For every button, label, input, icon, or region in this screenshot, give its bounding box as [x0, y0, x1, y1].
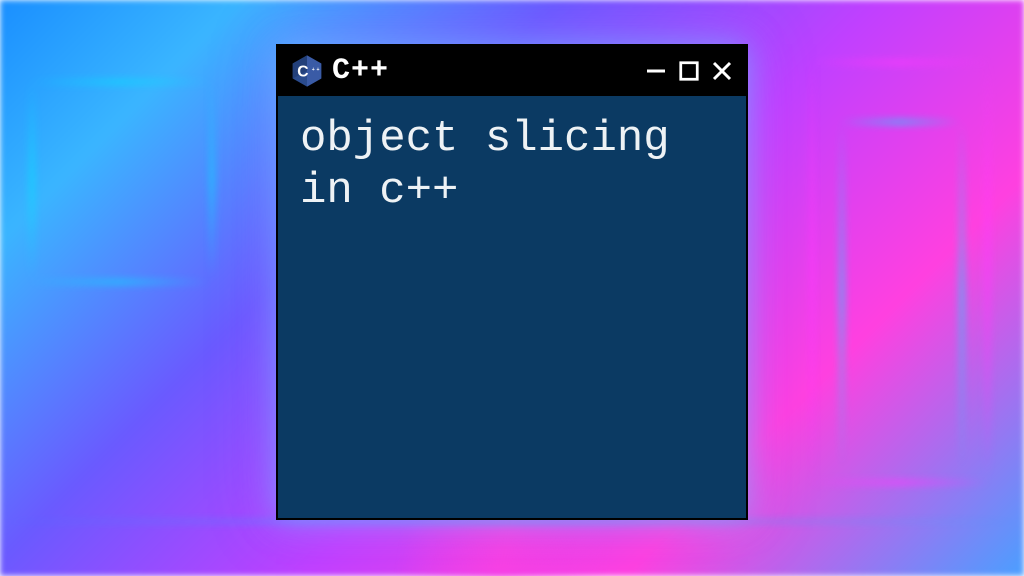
window-controls: [644, 59, 734, 83]
svg-text:C: C: [297, 63, 308, 80]
terminal-window: C + + C++ obj: [276, 44, 748, 520]
window-titlebar[interactable]: C + + C++: [278, 46, 746, 96]
terminal-content: object slicing in c++: [278, 96, 746, 236]
cpp-logo-icon: C + +: [290, 54, 324, 88]
maximize-button[interactable]: [678, 60, 700, 82]
close-button[interactable]: [710, 59, 734, 83]
minimize-button[interactable]: [644, 59, 668, 83]
svg-text:+: +: [312, 67, 315, 73]
window-title: C++: [332, 54, 636, 88]
svg-text:+: +: [317, 67, 320, 73]
